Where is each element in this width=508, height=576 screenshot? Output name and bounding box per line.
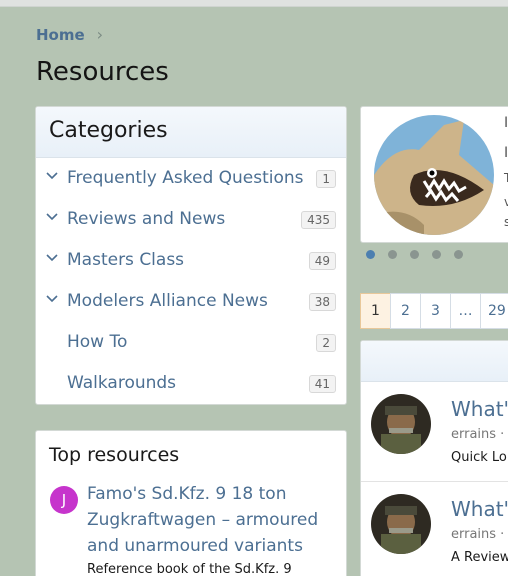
categories-list: Frequently Asked Questions 1 Reviews and N… bbox=[36, 158, 346, 404]
carousel-dot[interactable] bbox=[366, 250, 375, 259]
featured-text-line: I bbox=[504, 115, 508, 131]
resource-title-link[interactable]: What's bbox=[451, 497, 508, 521]
page-title: Resources bbox=[36, 57, 169, 87]
category-count-badge: 41 bbox=[308, 375, 336, 393]
top-resources-block: Top resources J Famo's Sd.Kfz. 9 18 ton … bbox=[35, 430, 347, 576]
category-label[interactable]: Reviews and News bbox=[67, 209, 225, 229]
category-item[interactable]: Modelers Alliance News 38 bbox=[36, 281, 346, 322]
page-link[interactable]: 3 bbox=[420, 293, 451, 329]
category-count-badge: 435 bbox=[301, 211, 336, 229]
resource-meta: errains · bbox=[451, 527, 505, 542]
page-link[interactable]: 29 bbox=[480, 293, 508, 329]
categories-block: Categories Frequently Asked Questions 1 Re… bbox=[35, 106, 347, 405]
resource-meta: errains · bbox=[451, 427, 505, 442]
category-label[interactable]: Walkarounds bbox=[67, 373, 176, 393]
resource-list: What's errains · Quick Lo What's errains… bbox=[360, 340, 508, 576]
category-item[interactable]: How To 2 bbox=[36, 322, 346, 363]
list-item: What's errains · Quick Lo bbox=[361, 382, 508, 482]
carousel-dot[interactable] bbox=[432, 250, 441, 259]
avatar[interactable] bbox=[371, 394, 431, 454]
carousel-dot[interactable] bbox=[410, 250, 419, 259]
featured-carousel: I I T v s bbox=[360, 106, 508, 243]
featured-text-line: s bbox=[504, 215, 508, 229]
category-label[interactable]: Modelers Alliance News bbox=[67, 291, 268, 311]
resource-description: A Review bbox=[451, 550, 508, 565]
featured-text-line: v bbox=[504, 195, 508, 209]
top-resource-description: Reference book of the Sd.Kfz. 9 bbox=[87, 562, 292, 576]
avatar[interactable]: J bbox=[50, 486, 78, 514]
carousel-dot[interactable] bbox=[388, 250, 397, 259]
breadcrumb-home-link[interactable]: Home bbox=[36, 26, 85, 44]
chevron-down-icon[interactable] bbox=[45, 210, 59, 224]
carousel-dots bbox=[366, 250, 463, 259]
featured-text-line: I bbox=[504, 145, 508, 161]
page-link[interactable]: 2 bbox=[390, 293, 421, 329]
resource-list-header bbox=[361, 341, 508, 382]
category-count-badge: 2 bbox=[316, 334, 336, 352]
resource-title-link[interactable]: What's bbox=[451, 397, 508, 421]
top-bar bbox=[0, 0, 508, 7]
breadcrumb: Home › bbox=[36, 25, 103, 44]
category-item[interactable]: Frequently Asked Questions 1 bbox=[36, 158, 346, 199]
resource-description: Quick Lo bbox=[451, 450, 507, 465]
list-item: What's errains · A Review bbox=[361, 482, 508, 576]
top-resources-title: Top resources bbox=[49, 444, 180, 466]
category-label[interactable]: How To bbox=[67, 332, 127, 352]
category-label[interactable]: Frequently Asked Questions bbox=[67, 168, 304, 188]
carousel-dot[interactable] bbox=[454, 250, 463, 259]
top-resource-link[interactable]: Famo's Sd.Kfz. 9 18 ton Zugkraftwagen – … bbox=[87, 481, 332, 559]
chevron-down-icon[interactable] bbox=[45, 292, 59, 306]
category-count-badge: 38 bbox=[308, 293, 336, 311]
featured-text-line: T bbox=[504, 171, 508, 185]
pagination: 1 2 3… 29 bbox=[360, 293, 508, 329]
chevron-down-icon[interactable] bbox=[45, 251, 59, 265]
category-item[interactable]: Walkarounds 41 bbox=[36, 363, 346, 404]
featured-image[interactable] bbox=[374, 115, 494, 235]
category-count-badge: 1 bbox=[316, 170, 336, 188]
chevron-right-icon: › bbox=[96, 25, 104, 44]
chevron-down-icon[interactable] bbox=[45, 169, 59, 183]
avatar[interactable] bbox=[371, 494, 431, 554]
category-item[interactable]: Masters Class 49 bbox=[36, 240, 346, 281]
page-link[interactable]: … bbox=[450, 293, 481, 329]
category-count-badge: 49 bbox=[308, 252, 336, 270]
page-link[interactable]: 1 bbox=[360, 293, 391, 329]
category-item[interactable]: Reviews and News 435 bbox=[36, 199, 346, 240]
category-label[interactable]: Masters Class bbox=[67, 250, 184, 270]
categories-title: Categories bbox=[36, 107, 346, 158]
